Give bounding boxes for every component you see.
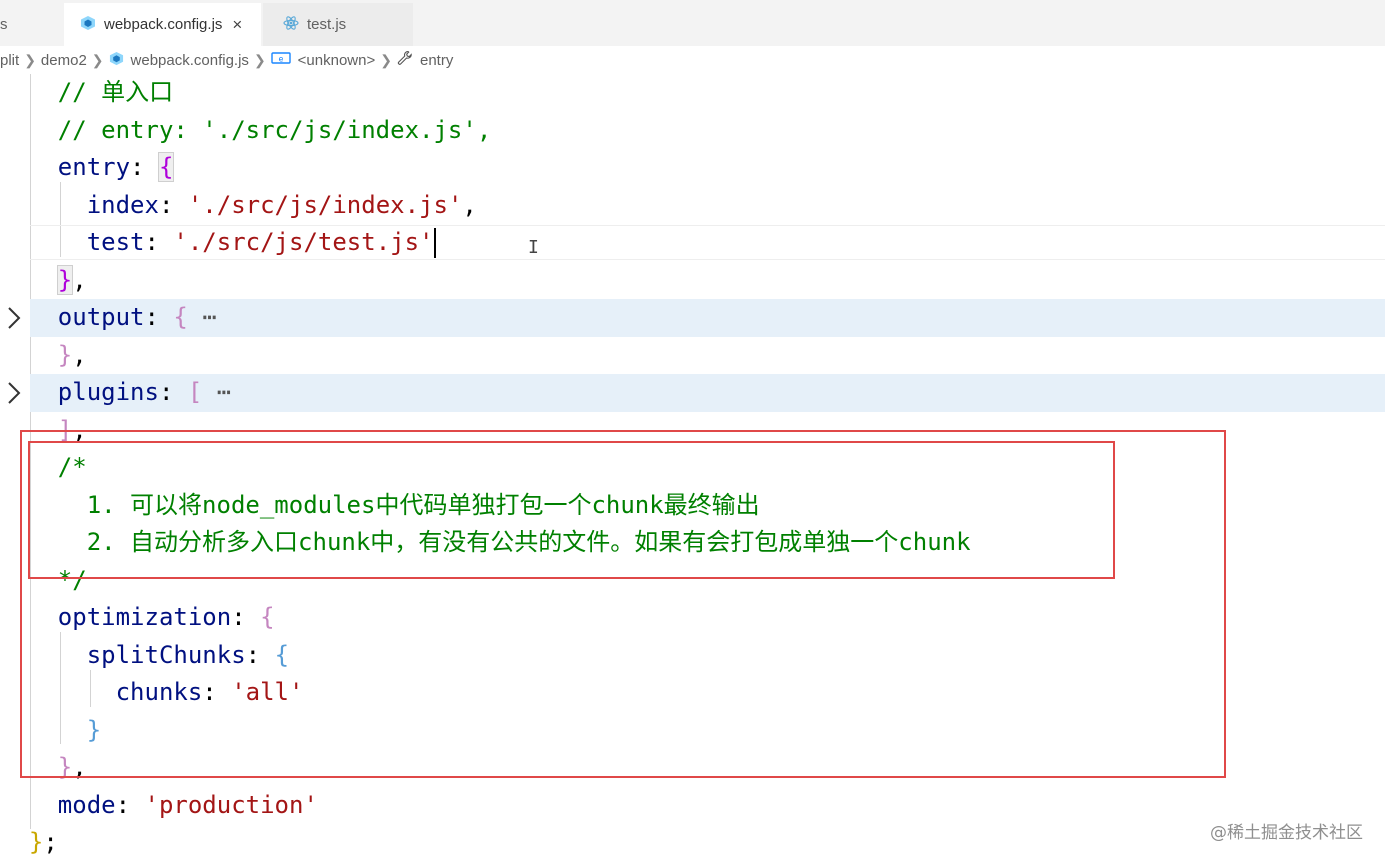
code-line: // 单入口	[0, 74, 1385, 112]
comment: // entry: './src/js/index.js',	[57, 115, 492, 144]
string-literal: './src/js/index.js'	[187, 190, 463, 219]
code-line: index: './src/js/index.js',	[86, 190, 477, 219]
property-key: plugins	[57, 378, 159, 406]
breadcrumb-item-file[interactable]: webpack.config.js	[131, 52, 249, 69]
tab-test-js[interactable]: test.js	[263, 3, 413, 46]
tab-bar: s webpack.config.js × test.js	[0, 0, 1385, 46]
react-atom-icon	[283, 15, 299, 35]
breadcrumb-item-demo2[interactable]: demo2	[41, 52, 87, 69]
code-line: },	[57, 340, 87, 369]
variable-icon: e	[270, 51, 291, 69]
breadcrumb-item-entry[interactable]: entry	[420, 52, 453, 69]
code-editor[interactable]: // 单入口 // entry: './src/js/index.js', en…	[0, 74, 1385, 865]
chevron-right-icon: ❯	[24, 51, 36, 68]
watermark: @稀土掘金技术社区	[1210, 823, 1363, 843]
breadcrumb-item-folder[interactable]: plit	[0, 52, 19, 69]
code-line: // entry: './src/js/index.js',	[0, 112, 1385, 150]
property-key: test	[86, 228, 145, 256]
code-line: mode: 'production'	[57, 790, 318, 819]
code-line-folded[interactable]: output: { ⋯	[30, 299, 1385, 337]
chevron-right-icon[interactable]	[4, 378, 24, 408]
chevron-right-icon: ❯	[253, 51, 266, 68]
property-key: index	[86, 190, 159, 219]
code-line: },	[56, 264, 87, 295]
close-icon[interactable]: ×	[232, 15, 242, 35]
tab-label: test.js	[307, 16, 347, 33]
tab-previous[interactable]: s	[0, 3, 62, 46]
property-key: entry	[57, 153, 131, 181]
string-literal: 'production'	[144, 790, 318, 819]
chevron-right-icon[interactable]	[4, 303, 24, 333]
code-line: test: './src/js/test.js'	[86, 228, 436, 258]
text-cursor	[433, 228, 436, 258]
folded-ellipsis[interactable]: ⋯	[217, 378, 231, 406]
text-cursor-ibeam-icon: I	[528, 237, 539, 258]
wrench-icon	[397, 50, 413, 70]
string-literal: './src/js/test.js'	[173, 228, 434, 256]
code-line: };	[28, 828, 58, 856]
property-key: mode	[57, 790, 116, 819]
tab-label: webpack.config.js	[104, 16, 223, 33]
tab-webpack-config[interactable]: webpack.config.js ×	[64, 3, 261, 46]
breadcrumb-item-unknown[interactable]: <unknown>	[298, 52, 376, 69]
comment: // 单入口	[57, 78, 174, 106]
folded-ellipsis[interactable]: ⋯	[202, 303, 216, 331]
annotation-box-optimization	[20, 430, 1226, 778]
code-line: entry: {	[57, 152, 175, 182]
svg-text:e: e	[278, 55, 283, 64]
chevron-right-icon: ❯	[91, 51, 104, 68]
webpack-cube-icon	[80, 15, 96, 35]
tab-label: s	[0, 16, 8, 33]
webpack-cube-icon	[109, 51, 124, 70]
breadcrumb: plit ❯ demo2 ❯ webpack.config.js ❯ e <un…	[0, 46, 1385, 74]
chevron-right-icon: ❯	[380, 51, 392, 68]
code-line-folded[interactable]: plugins: [ ⋯	[30, 374, 1385, 412]
property-key: output	[57, 303, 145, 331]
